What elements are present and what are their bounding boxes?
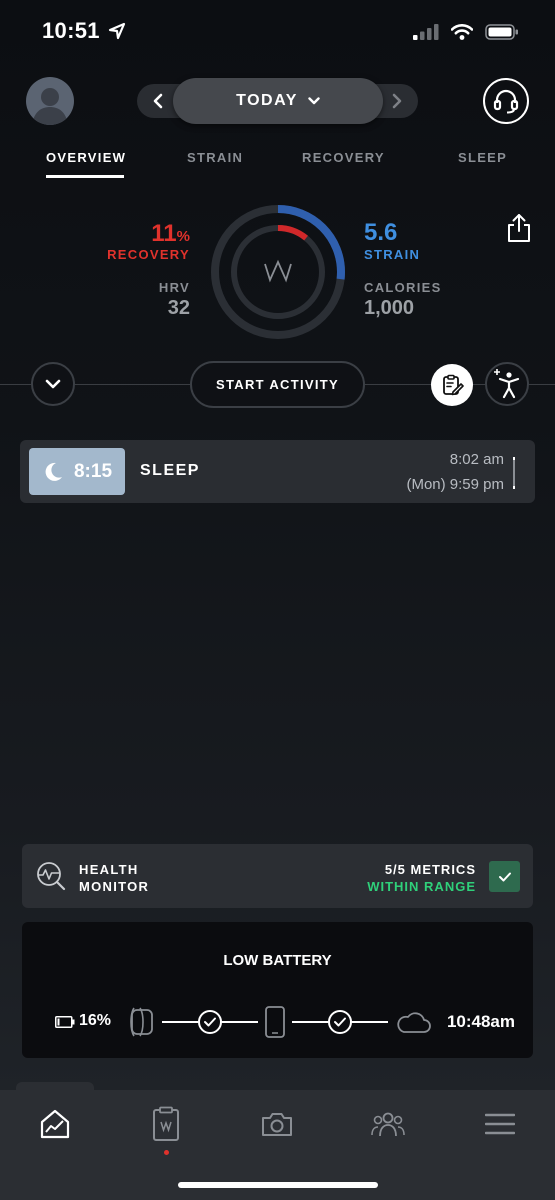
- strap-sync-check-icon: [198, 1010, 222, 1034]
- cloud-icon: [397, 1012, 431, 1033]
- score-rings[interactable]: [207, 201, 349, 343]
- moon-icon: [45, 462, 62, 481]
- nav-teams[interactable]: [358, 1100, 418, 1148]
- day-selector-label: TODAY: [236, 92, 298, 109]
- sleep-start-time: (Mon) 9:59 pm: [406, 476, 504, 493]
- hrv-value: 32: [167, 297, 190, 319]
- headset-icon: [493, 89, 519, 114]
- hrv-label: HRV: [158, 280, 190, 295]
- journal-clipboard-icon: [153, 1106, 179, 1141]
- nav-overview[interactable]: [25, 1100, 85, 1148]
- avatar[interactable]: [26, 77, 74, 125]
- sleep-end-time: 8:02 am: [449, 451, 504, 468]
- cloud-sync-check-icon: [328, 1010, 352, 1034]
- phone-icon: [265, 1006, 285, 1038]
- metrics-count: 5/5 METRICS: [384, 862, 476, 877]
- chevron-right-icon: [392, 93, 402, 109]
- tab-sleep[interactable]: SLEEP: [458, 150, 507, 165]
- teams-icon: [371, 1112, 405, 1137]
- prev-day-button[interactable]: [139, 84, 177, 118]
- health-monitor-title: HEALTH MONITOR: [79, 861, 149, 895]
- check-icon: [498, 872, 511, 881]
- start-activity-button[interactable]: START ACTIVITY: [190, 361, 365, 408]
- journal-button[interactable]: [431, 364, 473, 406]
- location-arrow-icon: [109, 22, 126, 40]
- status-time: 10:51: [42, 18, 126, 44]
- nav-menu[interactable]: [470, 1100, 530, 1148]
- sleep-label: SLEEP: [140, 462, 200, 479]
- metrics-status: WITHIN RANGE: [367, 879, 476, 894]
- strain-label: STRAIN: [364, 247, 421, 262]
- nav-camera[interactable]: [247, 1100, 307, 1148]
- menu-icon: [485, 1113, 515, 1135]
- add-activity-icon: [494, 369, 520, 399]
- battery-percent: 16%: [79, 1012, 112, 1029]
- signal-icon: [413, 24, 439, 40]
- calories-label: CALORIES: [364, 280, 442, 295]
- overview-icon: [40, 1109, 70, 1139]
- tab-strain[interactable]: STRAIN: [187, 150, 243, 165]
- sleep-duration-badge: 8:15: [29, 448, 125, 495]
- recovery-ring-track: [231, 225, 325, 319]
- journal-icon: [443, 374, 464, 396]
- strap-battery-fill: [57, 1018, 60, 1026]
- share-icon[interactable]: [506, 213, 532, 243]
- recovery-score[interactable]: 11%: [151, 220, 190, 248]
- tab-overview[interactable]: OVERVIEW: [46, 150, 126, 165]
- strap-icon: [130, 1007, 153, 1037]
- status-icons: [413, 21, 519, 43]
- calories-value: 1,000: [364, 297, 415, 319]
- last-sync-time: 10:48am: [446, 1012, 515, 1031]
- expand-button[interactable]: [31, 362, 75, 406]
- status-time-text: 10:51: [42, 18, 100, 43]
- chevron-left-icon: [153, 93, 163, 109]
- whoop-logo-icon: [264, 259, 292, 283]
- home-indicator: [178, 1182, 378, 1188]
- chevron-down-icon: [308, 97, 320, 105]
- wifi-icon: [451, 24, 473, 40]
- sync-status-row: [130, 1006, 431, 1038]
- next-day-button[interactable]: [378, 84, 416, 118]
- chevron-down-icon: [45, 379, 61, 389]
- recovery-label: RECOVERY: [107, 247, 190, 262]
- strain-score[interactable]: 5.6: [364, 219, 397, 247]
- battery-icon: [485, 24, 518, 40]
- day-selector-button[interactable]: TODAY: [173, 78, 383, 124]
- health-monitor-title-line1: HEALTH: [79, 862, 139, 877]
- health-monitor-icon: [37, 862, 66, 891]
- sleep-timeline-bar: [513, 457, 515, 489]
- add-activity-button[interactable]: [485, 362, 529, 406]
- user-icon: [32, 88, 68, 125]
- strap-battery-icon: [55, 1016, 75, 1028]
- camera-icon: [262, 1113, 292, 1136]
- active-tab-indicator: [46, 175, 124, 178]
- tab-recovery[interactable]: RECOVERY: [302, 150, 385, 165]
- metrics-check-badge: [489, 861, 520, 892]
- health-monitor-title-line2: MONITOR: [79, 879, 150, 894]
- recovery-score-unit: %: [176, 228, 190, 245]
- low-battery-title: LOW BATTERY: [223, 952, 332, 969]
- support-button[interactable]: [483, 78, 529, 124]
- nav-journal[interactable]: [136, 1100, 196, 1148]
- journal-notification-dot: [164, 1150, 169, 1155]
- recovery-score-value: 11: [151, 220, 177, 247]
- sleep-duration: 8:15: [73, 460, 113, 482]
